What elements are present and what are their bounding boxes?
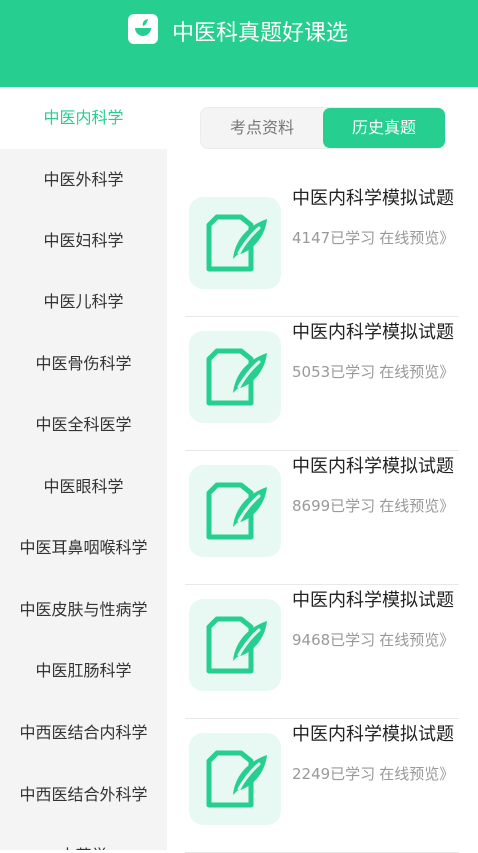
course-card[interactable]: 中医内科学模拟试题 8699已学习 在线预览》 [185, 451, 459, 585]
course-card[interactable]: 中医内科学模拟试题 9468已学习 在线预览》 [185, 585, 459, 719]
study-count: 2249已学习 [292, 765, 376, 783]
course-title: 中医内科学模拟试题 [292, 724, 454, 745]
sidebar-item-erke[interactable]: 中医儿科学 [0, 271, 167, 333]
course-meta: 9468已学习 在线预览》 [292, 629, 458, 651]
category-sidebar[interactable]: 中医内科学 中医外科学 中医妇科学 中医儿科学 中医骨伤科学 中医全科医学 中医… [0, 87, 167, 850]
sidebar-item-neike[interactable]: 中医内科学 [0, 87, 167, 149]
sidebar-item-gushang[interactable]: 中医骨伤科学 [0, 333, 167, 395]
study-count: 8699已学习 [292, 497, 376, 515]
document-feather-icon [189, 465, 281, 557]
course-meta: 2249已学习 在线预览》 [292, 763, 458, 785]
sidebar-item-pifu[interactable]: 中医皮肤与性病学 [0, 579, 167, 641]
tab-kaodian[interactable]: 考点资料 [201, 108, 323, 148]
course-meta: 8699已学习 在线预览》 [292, 495, 458, 517]
sidebar-item-gangchang[interactable]: 中医肛肠科学 [0, 640, 167, 702]
main-content: 考点资料 历史真题 中医内科学模拟试题 4147已学习 在线预览》 中医内科学模拟… [167, 87, 478, 853]
document-feather-icon [189, 331, 281, 423]
course-card[interactable]: 中医内科学模拟试题 2249已学习 在线预览》 [185, 719, 459, 853]
preview-link[interactable]: 在线预览》 [379, 229, 454, 247]
course-title: 中医内科学模拟试题 [292, 188, 454, 209]
sidebar-item-waike[interactable]: 中医外科学 [0, 149, 167, 211]
page-title: 中医科真题好课选 [172, 21, 349, 46]
document-feather-icon [189, 599, 281, 691]
course-meta: 5053已学习 在线预览》 [292, 361, 458, 383]
course-card[interactable]: 中医内科学模拟试题 5053已学习 在线预览》 [185, 317, 459, 451]
preview-link[interactable]: 在线预览》 [379, 631, 454, 649]
sidebar-item-zhongyao[interactable]: 中药学 [0, 825, 167, 850]
herb-bowl-icon [128, 14, 158, 44]
sidebar-item-zhongxi-neike[interactable]: 中西医结合内科学 [0, 702, 167, 764]
study-count: 4147已学习 [292, 229, 376, 247]
app-header: 中医科真题好课选 [0, 0, 478, 87]
tab-lishi[interactable]: 历史真题 [323, 108, 445, 148]
document-feather-icon [189, 733, 281, 825]
sidebar-item-zhongxi-waike[interactable]: 中西医结合外科学 [0, 764, 167, 826]
preview-link[interactable]: 在线预览》 [379, 363, 454, 381]
course-meta: 4147已学习 在线预览》 [292, 227, 458, 249]
sidebar-item-erbiyanhou[interactable]: 中医耳鼻咽喉科学 [0, 517, 167, 579]
course-title: 中医内科学模拟试题 [292, 322, 454, 343]
tab-switcher: 考点资料 历史真题 [200, 107, 445, 149]
course-card[interactable]: 中医内科学模拟试题 4147已学习 在线预览》 [185, 183, 459, 317]
preview-link[interactable]: 在线预览》 [379, 497, 454, 515]
study-count: 5053已学习 [292, 363, 376, 381]
course-title: 中医内科学模拟试题 [292, 590, 454, 611]
preview-link[interactable]: 在线预览》 [379, 765, 454, 783]
document-feather-icon [189, 197, 281, 289]
sidebar-item-fuke[interactable]: 中医妇科学 [0, 210, 167, 272]
sidebar-item-yanke[interactable]: 中医眼科学 [0, 456, 167, 518]
course-title: 中医内科学模拟试题 [292, 456, 454, 477]
study-count: 9468已学习 [292, 631, 376, 649]
sidebar-item-quanke[interactable]: 中医全科医学 [0, 394, 167, 456]
